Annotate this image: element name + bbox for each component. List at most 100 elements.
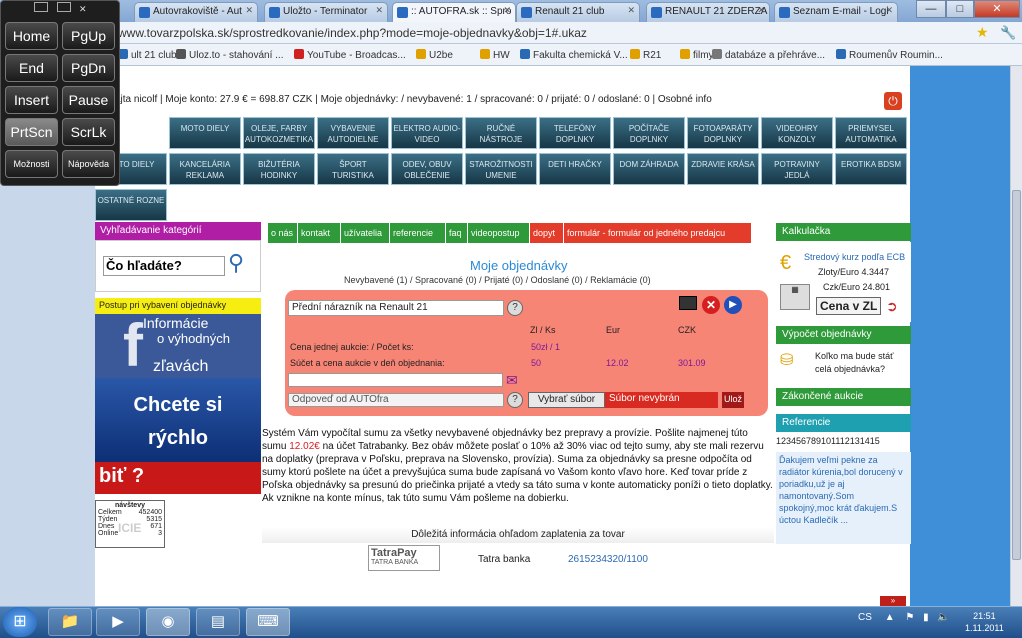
nav-tab[interactable]: o nás (268, 223, 298, 243)
scrollbar-thumb[interactable] (1012, 190, 1021, 560)
price-in-zl-button[interactable]: Cena v ZL (816, 297, 882, 315)
bookmark-item[interactable]: HW (480, 49, 510, 61)
nav-tab[interactable]: faq (446, 223, 468, 243)
card-icon[interactable] (679, 296, 697, 310)
keypad-close-icon[interactable]: ✕ (79, 4, 87, 14)
mail-icon[interactable]: ✉ (506, 372, 526, 388)
save-button[interactable]: Ulož (722, 392, 744, 408)
order-status-links[interactable]: Nevybavené (1) / Spracované (0) / Prijat… (344, 275, 651, 285)
browser-tab[interactable]: Uložto - Terminator ✕ (264, 2, 388, 22)
category-button[interactable]: TELEFÓNY DOPLNKY (539, 117, 611, 149)
wrench-menu-icon[interactable]: 🔧 (1000, 25, 1016, 41)
tab-close-icon[interactable]: ✕ (503, 5, 511, 16)
tray-expand-icon[interactable]: ▲ (885, 612, 895, 623)
browser-tab[interactable]: Autovrakoviště - Aut ✕ (134, 2, 258, 22)
bookmark-item[interactable]: filmy (680, 49, 714, 61)
close-window-button[interactable]: ✕ (974, 0, 1020, 18)
clock[interactable]: 21:51 1.11.2011 (965, 610, 1004, 634)
tab-close-icon[interactable]: ✕ (627, 5, 635, 16)
facebook-banner[interactable]: f Informácie o výhodných zľavách (95, 314, 261, 378)
category-button[interactable]: FOTOAPARÁTY DOPLNKY (687, 117, 759, 149)
category-button[interactable]: PRIEMYSEL AUTOMATIKA (835, 117, 907, 149)
browser-tab[interactable]: :: AUTOFRA.sk :: Spro ✕ (392, 2, 516, 22)
order-calc-text[interactable]: Koľko ma bude stáť celá objednávka? (815, 350, 911, 376)
category-button[interactable]: VYBAVENIE AUTODIELNE (317, 117, 389, 149)
category-button[interactable]: BIŽUTÉRIA HODINKY (243, 153, 315, 185)
category-button[interactable]: KANCELÁRIA REKLAMA (169, 153, 241, 185)
search-icon[interactable]: ⚲ (228, 250, 254, 280)
network-icon[interactable]: ▮ (923, 612, 929, 623)
category-button[interactable]: OLEJE, FARBY AUTOKOZMETIKA (243, 117, 315, 149)
category-button[interactable]: MOTO DIELY (169, 117, 241, 149)
nav-tab[interactable]: referencie (390, 223, 446, 243)
order-process-link[interactable]: Postup pri vybavení objednávky (95, 298, 261, 314)
category-button[interactable]: ODEV, OBUV OBLEČENIE (391, 153, 463, 185)
finished-auctions-header[interactable]: Zákončené aukcie (776, 388, 911, 406)
tab-close-icon[interactable]: ✕ (245, 5, 253, 16)
category-button[interactable]: POČÍTAČE DOPLNKY (613, 117, 685, 149)
url-text[interactable]: www.tovarzpolska.sk/sprostredkovanie/ind… (118, 26, 587, 40)
reply-help-icon[interactable]: ? (507, 392, 523, 408)
browser-tab[interactable]: RENAULT 21 ZDERZA ✕ (646, 2, 770, 22)
nav-tab[interactable]: formulár - formulár od jedného predajcu (564, 223, 752, 243)
category-button[interactable]: OSTATNÉ ROZNE (95, 189, 167, 221)
category-button[interactable]: ZDRAVIE KRÁSA (687, 153, 759, 185)
bookmark-item[interactable]: R21 (630, 49, 661, 61)
arrow-right-icon[interactable]: ➲ (886, 298, 904, 314)
keypad-key[interactable]: PgDn (62, 54, 115, 82)
help-icon[interactable]: ? (507, 300, 523, 316)
keypad-key[interactable]: PgUp (62, 22, 115, 50)
choose-file-button[interactable]: Vybrať súbor (528, 392, 605, 408)
volume-icon[interactable]: 🔈 (937, 612, 949, 623)
bookmark-star-icon[interactable]: ★ (976, 24, 989, 41)
minimize-button[interactable]: — (916, 0, 946, 18)
maximize-button[interactable]: □ (946, 0, 974, 18)
message-input[interactable] (288, 373, 503, 387)
bookmark-item[interactable]: YouTube - Broadcas... (294, 49, 406, 61)
flag-icon[interactable]: ⚑ (905, 612, 914, 623)
tab-close-icon[interactable]: ✕ (885, 5, 893, 16)
category-button[interactable]: POTRAVINY JEDLÁ (761, 153, 833, 185)
category-button[interactable]: VIDEOHRY KONZOLY (761, 117, 833, 149)
keyboard-taskbar-icon[interactable]: ⌨ (246, 608, 290, 636)
category-button[interactable]: ELEKTRO AUDIO-VIDEO (391, 117, 463, 149)
control-panel-taskbar-icon[interactable]: ▤ (196, 608, 240, 636)
keypad-key[interactable]: Možnosti (5, 150, 58, 178)
keypad-key[interactable]: ScrLk (62, 118, 115, 146)
category-search-input[interactable]: Čo hľadáte? (103, 256, 225, 276)
bookmark-item[interactable]: databáze a přehráve... (712, 49, 825, 61)
keypad-key[interactable]: Home (5, 22, 58, 50)
explorer-taskbar-icon[interactable]: 📁 (48, 608, 92, 636)
media-player-taskbar-icon[interactable]: ▶ (96, 608, 140, 636)
nav-tab[interactable]: užívatelia (341, 223, 390, 243)
start-button[interactable]: ⊞ (3, 607, 37, 637)
browser-tab[interactable]: Seznam E-mail - Logi ✕ (774, 2, 898, 22)
play-icon[interactable]: ▶ (724, 296, 742, 314)
category-button[interactable]: RUČNÉ NÁSTROJE (465, 117, 537, 149)
keypad-minimize-button[interactable] (34, 2, 48, 12)
bookmark-item[interactable]: Uloz.to - stahování ... (176, 49, 284, 61)
keypad-key[interactable]: Pause (62, 86, 115, 114)
keypad-restore-button[interactable] (56, 2, 71, 12)
bookmark-item[interactable]: U2be (416, 49, 453, 61)
visit-counter[interactable]: návštevy Celkem 452400 Týden 5315 Dnes 671 Onli… (95, 500, 165, 548)
category-button[interactable]: EROTIKA BDSM (835, 153, 907, 185)
nav-tab[interactable]: kontakt (298, 223, 341, 243)
logout-icon[interactable]: ⏻ (884, 92, 902, 110)
product-name-field[interactable]: Přední nárazník na Renault 21 (288, 300, 504, 316)
references-pager[interactable]: 123456789101112131415 (776, 436, 911, 446)
promo-banner[interactable]: Chcete si rýchlo (95, 378, 261, 462)
keypad-key[interactable]: End (5, 54, 58, 82)
category-button[interactable]: DETI HRAČKY (539, 153, 611, 185)
tab-close-icon[interactable]: ✕ (375, 5, 383, 16)
browser-tab[interactable]: Renault 21 club ✕ (516, 2, 640, 22)
tab-close-icon[interactable]: ✕ (757, 5, 765, 16)
chrome-taskbar-icon[interactable]: ◉ (146, 608, 190, 636)
red-promo-banner[interactable]: biť ? (95, 462, 261, 494)
category-button[interactable]: ŠPORT TURISTIKA (317, 153, 389, 185)
language-indicator[interactable]: CS (858, 612, 872, 623)
keypad-key[interactable]: PrtScn (5, 118, 58, 146)
keypad-key[interactable]: Insert (5, 86, 58, 114)
bookmark-item[interactable]: Roumenův Roumin... (836, 49, 943, 61)
delete-icon[interactable]: ✕ (702, 296, 720, 314)
